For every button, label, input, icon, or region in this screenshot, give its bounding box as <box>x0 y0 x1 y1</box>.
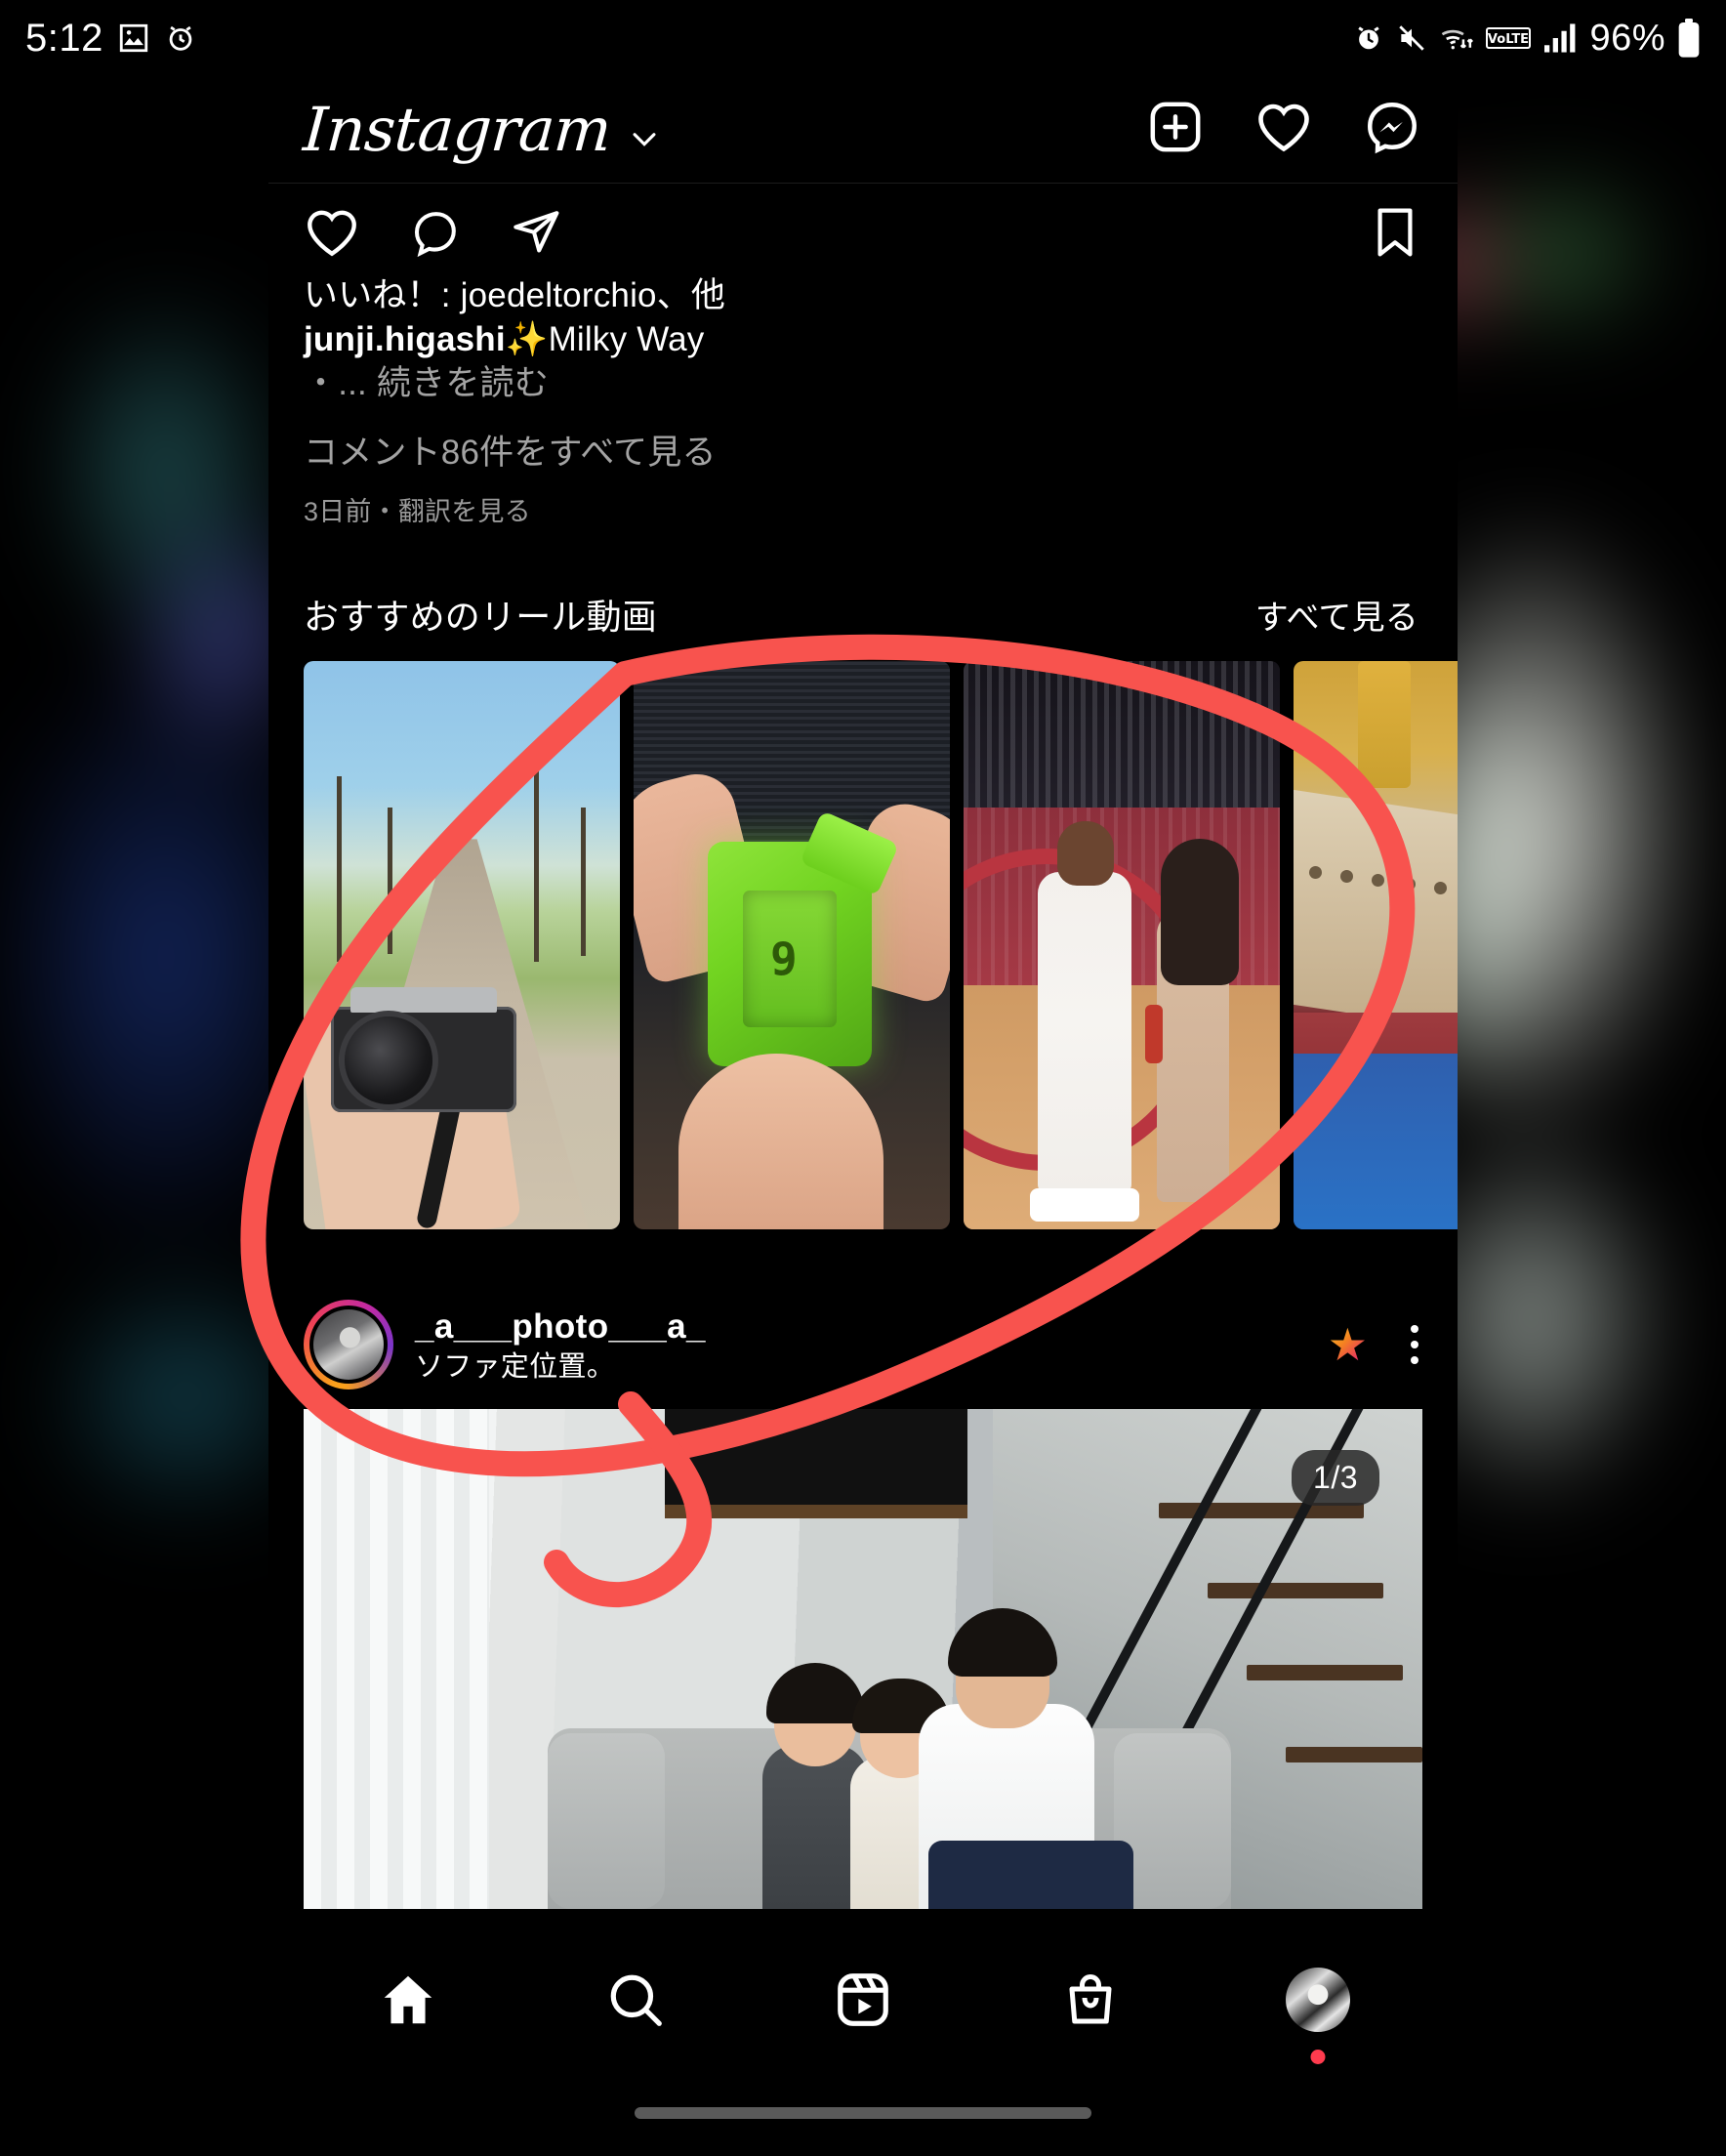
comment-icon[interactable] <box>407 206 462 264</box>
reel-basketball-interview[interactable] <box>964 661 1280 1230</box>
caption-sparkle-emoji: ✨ <box>505 319 549 358</box>
nav-profile[interactable] <box>1250 1951 1386 2064</box>
likes-line[interactable]: いいね！: joedeltorchio、他 <box>304 274 1418 318</box>
like-heart-icon[interactable] <box>304 206 360 264</box>
view-all-comments-link[interactable]: コメント86件をすべて見る <box>304 425 1418 475</box>
post-meta[interactable]: 3日前・翻訳を見る <box>304 490 1418 528</box>
caption-more-link[interactable]: 続きを読む <box>377 364 549 402</box>
mute-icon <box>1396 22 1427 54</box>
avatar-image <box>313 1309 384 1381</box>
volte-icon: VoLTE <box>1486 25 1532 51</box>
activity-heart-icon[interactable] <box>1254 99 1313 160</box>
bottom-navigation <box>268 1937 1458 2064</box>
new-post-icon[interactable] <box>1147 99 1204 160</box>
chevron-down-icon[interactable] <box>628 122 661 160</box>
battery-icon <box>1677 19 1701 58</box>
nav-search[interactable] <box>567 1951 704 2049</box>
nav-home[interactable] <box>340 1951 476 2049</box>
post-username[interactable]: _a___photo___a_ <box>415 1306 706 1347</box>
app-header: Instagram <box>268 76 1458 184</box>
battery-percent: 96% <box>1589 17 1665 59</box>
suggested-reels-title: おすすめのリール動画 <box>304 597 658 638</box>
post-photo[interactable]: 1/3 <box>304 1409 1422 1910</box>
instagram-app: Instagram いいね！: joedeltorchio、他 junji.hi… <box>268 76 1458 2156</box>
caption-text: Milky Way <box>548 319 705 358</box>
caption-more-prefix: ・... <box>304 363 367 402</box>
nav-reels[interactable] <box>795 1951 931 2049</box>
notification-dot <box>1310 2050 1326 2064</box>
status-time: 5:12 <box>25 16 103 60</box>
logo-dropdown[interactable]: Instagram <box>301 93 661 165</box>
share-icon[interactable] <box>509 206 563 264</box>
alarm-clock-icon <box>164 21 197 55</box>
profile-avatar-icon <box>1286 1968 1351 2032</box>
bookmark-icon[interactable] <box>1372 205 1418 265</box>
carousel-pager: 1/3 <box>1292 1450 1379 1507</box>
instagram-logo: Instagram <box>301 93 613 165</box>
reel-lego-ship[interactable] <box>1294 661 1458 1230</box>
image-icon <box>117 21 150 55</box>
signal-bars-icon <box>1542 22 1578 54</box>
alarm-icon <box>1353 22 1384 54</box>
post-caption-block: いいね！: joedeltorchio、他 junji.higashi✨Milk… <box>268 270 1458 528</box>
background-blur-right <box>1414 146 1726 1611</box>
gesture-home-bar[interactable] <box>635 2107 1091 2119</box>
avatar[interactable] <box>304 1300 393 1390</box>
post-subtitle: ソファ定位置。 <box>415 1350 616 1383</box>
caption-username[interactable]: junji.higashi <box>304 320 506 358</box>
suggested-reels-carousel[interactable]: 9 <box>268 651 1458 1230</box>
post-header: _a___photo___a_ ソファ定位置。 ★ <box>268 1276 1458 1409</box>
suggested-reels-header: おすすめのリール動画 すべて見る <box>268 528 1458 651</box>
reel-camera-road[interactable] <box>304 661 620 1230</box>
svg-text:VoLTE: VoLTE <box>1488 32 1529 47</box>
wifi-icon <box>1439 22 1474 54</box>
messenger-icon[interactable] <box>1364 99 1420 160</box>
favorite-star-icon[interactable]: ★ <box>1328 1322 1368 1367</box>
see-all-reels-link[interactable]: すべて見る <box>1255 591 1418 639</box>
reel-green-gadget[interactable]: 9 <box>634 661 950 1230</box>
post-action-row <box>268 184 1458 270</box>
status-bar: 5:12 VoLTE 96% <box>0 0 1726 76</box>
phone-screenshot: 5:12 VoLTE 96% Instagram いいね！: joedeltor… <box>0 0 1726 2156</box>
nav-shop[interactable] <box>1022 1951 1159 2049</box>
more-options-icon[interactable] <box>1411 1325 1418 1365</box>
